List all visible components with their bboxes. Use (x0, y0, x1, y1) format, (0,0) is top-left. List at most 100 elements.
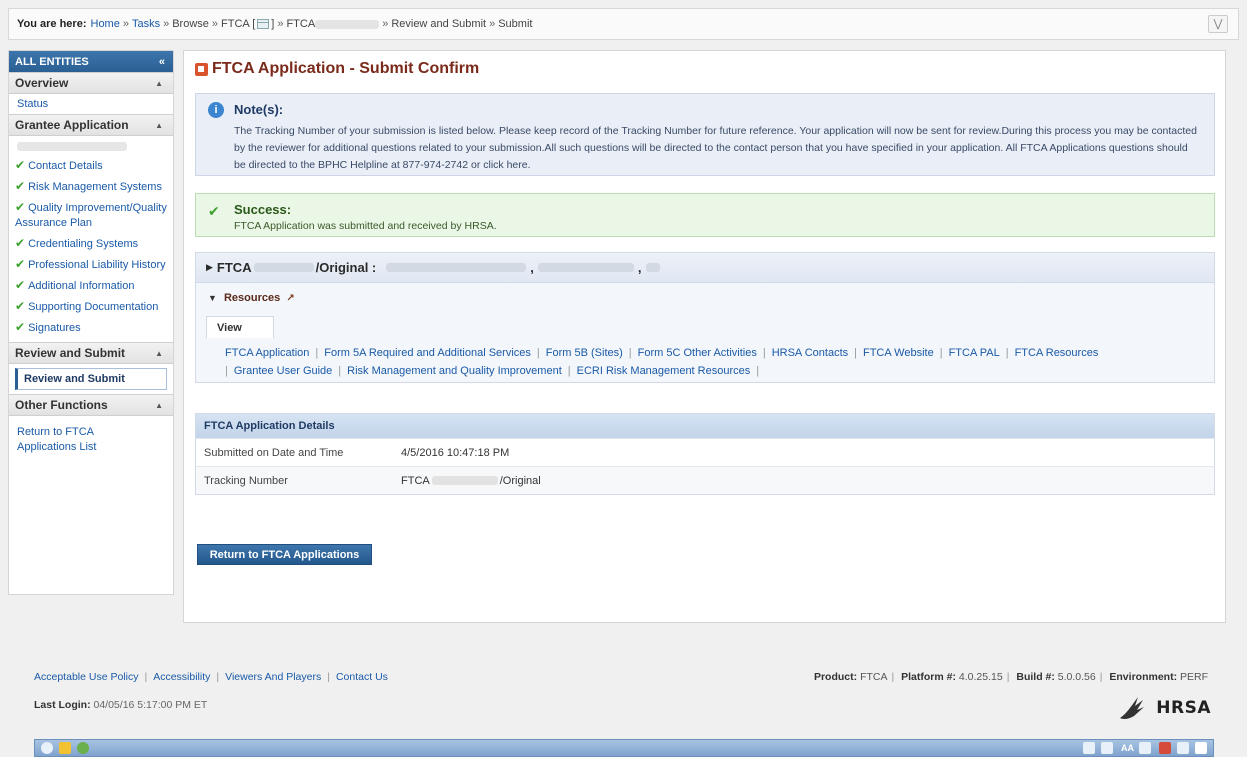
search-icon[interactable] (41, 742, 53, 754)
sidebar-item-label: Risk Management Systems (28, 181, 162, 193)
tab-view[interactable]: View (206, 316, 274, 338)
sidebar-item-supporting-documentation[interactable]: ✔ Supporting Documentation (9, 296, 173, 317)
resource-link[interactable]: FTCA PAL (949, 347, 1000, 359)
resource-link[interactable]: Risk Management and Quality Improvement (347, 365, 562, 377)
last-login-label: Last Login: (34, 699, 91, 711)
breadcrumb-separator: » (163, 18, 170, 30)
chevron-up-icon: ▲ (155, 120, 163, 130)
redacted-text (386, 263, 527, 272)
footer-link[interactable]: Acceptable Use Policy (34, 671, 138, 683)
resource-link[interactable]: FTCA Website (863, 347, 934, 359)
sidebar-item-risk-management-systems[interactable]: ✔ Risk Management Systems (9, 176, 173, 197)
redacted-text (315, 19, 380, 29)
details-value: FTCA/Original (401, 475, 541, 487)
checkmark-icon: ✔ (15, 236, 26, 250)
comma: , (530, 260, 534, 275)
hrsa-wordmark: HRSA (1156, 698, 1211, 718)
footer-link[interactable]: Accessibility (153, 671, 210, 683)
sidebar-item-label: Signatures (28, 322, 81, 334)
sidebar-item-professional-liability-history[interactable]: ✔ Professional Liability History (9, 254, 173, 275)
redacted-text (645, 263, 660, 272)
sidebar-item-label: Additional Information (28, 280, 135, 292)
sidebar-section-grantee-application[interactable]: Grantee Application ▲ (9, 114, 173, 136)
sidebar-item-signatures[interactable]: ✔ Signatures (9, 317, 173, 338)
collapse-header-button[interactable]: ⋁ (1208, 15, 1228, 33)
product-value: FTCA (860, 671, 888, 683)
application-prefix: FTCA (216, 260, 252, 275)
table-row: Submitted on Date and Time 4/5/2016 10:4… (196, 438, 1214, 466)
footer-link[interactable]: Viewers And Players (225, 671, 321, 683)
sidebar-item-additional-information[interactable]: ✔ Additional Information (9, 275, 173, 296)
product-info: Product: FTCA | Platform #: 4.0.25.15 | Bu… (813, 671, 1208, 683)
sidebar-item-credentialing-systems[interactable]: ✔ Credentialing Systems (9, 233, 173, 254)
sidebar-item-label: Quality Improvement/Quality Assurance Pl… (15, 202, 167, 229)
platform-label: Platform #: (901, 671, 956, 683)
print-icon[interactable] (1177, 742, 1189, 754)
text-size-icon[interactable]: AA (1121, 742, 1134, 754)
sidebar-item-status[interactable]: Status (9, 94, 173, 114)
resource-link[interactable]: FTCA Resources (1015, 347, 1099, 359)
resource-link[interactable]: Grantee User Guide (234, 365, 332, 377)
table-row: Tracking Number FTCA/Original (196, 466, 1214, 494)
resource-link[interactable]: HRSA Contacts (772, 347, 848, 359)
hrsa-logo: HRSA (1116, 694, 1211, 722)
redacted-text (431, 476, 498, 486)
sidebar-item-review-and-submit[interactable]: Review and Submit (15, 368, 167, 390)
resource-link[interactable]: FTCA Application (225, 347, 309, 359)
return-to-ftca-applications-button[interactable]: Return to FTCA Applications (197, 544, 372, 565)
redacted-text (537, 263, 634, 272)
checkmark-icon: ✔ (15, 179, 26, 193)
sidebar-section-overview[interactable]: Overview ▲ (9, 72, 173, 94)
resource-link[interactable]: Form 5C Other Activities (638, 347, 757, 359)
note-body: The Tracking Number of your submission i… (234, 125, 1197, 171)
breadcrumb-ftca-bracket: FTCA [ (221, 18, 256, 30)
checkmark-icon: ✔ (15, 200, 26, 214)
main-panel: FTCA Application - Submit Confirm i Note… (183, 50, 1226, 623)
resources-toggle[interactable]: ▼ Resources ↗ (208, 292, 295, 304)
success-panel: ✔ Success: FTCA Application was submitte… (195, 193, 1215, 237)
resources-panel: ▼ Resources ↗ View FTCA Application | Form… (195, 283, 1215, 383)
calendar-icon[interactable] (257, 19, 270, 29)
resource-link[interactable]: ECRI Risk Management Resources (577, 365, 751, 377)
application-icon (195, 62, 208, 76)
page-icon[interactable] (1083, 742, 1095, 754)
last-login: Last Login: 04/05/16 5:17:00 PM ET (34, 699, 207, 711)
resource-link[interactable]: Form 5B (Sites) (546, 347, 623, 359)
sidebar-section-other-functions[interactable]: Other Functions ▲ (9, 394, 173, 416)
info-icon: i (208, 102, 224, 118)
sidebar-item-label: Credentialing Systems (28, 238, 139, 250)
section-label: Review and Submit (15, 346, 126, 360)
resource-link[interactable]: Form 5A Required and Additional Services (324, 347, 531, 359)
platform-value: 4.0.25.15 (958, 671, 1003, 683)
breadcrumb-separator: » (489, 18, 496, 30)
last-login-value: 04/05/16 5:17:00 PM ET (93, 699, 208, 711)
sidebar-section-review-and-submit[interactable]: Review and Submit ▲ (9, 342, 173, 364)
sidebar-item-label: Contact Details (28, 160, 103, 172)
sidebar-item-return-to-ftca-list[interactable]: Return to FTCA Applications List (9, 416, 119, 459)
breadcrumb-ftca-bracket-close: ] (271, 18, 275, 30)
sidebar: ALL ENTITIES « Overview ▲ Status Grantee… (8, 50, 174, 595)
document-icon[interactable] (1139, 742, 1151, 754)
breadcrumb-separator: » (382, 18, 389, 30)
sidebar-item-contact-details[interactable]: ✔ Contact Details (9, 155, 173, 176)
page-icon[interactable] (1101, 742, 1113, 754)
sidebar-item-label: Professional Liability History (28, 259, 166, 271)
redacted-text (17, 142, 127, 151)
breadcrumb-tasks-link[interactable]: Tasks (132, 18, 160, 30)
tools-icon[interactable] (1159, 742, 1171, 754)
sidebar-collapse-icon[interactable]: « (159, 56, 165, 68)
breadcrumb-submit: Submit (498, 18, 533, 30)
sidebar-item-quality-improvement[interactable]: ✔ Quality Improvement/Quality Assurance P… (9, 197, 173, 233)
product-label: Product: (813, 671, 858, 683)
application-suffix: /Original : (315, 260, 377, 275)
chevron-up-icon: ▲ (155, 78, 163, 88)
history-icon[interactable] (77, 742, 89, 754)
application-summary-bar[interactable]: ▶ FTCA /Original : , , (195, 252, 1215, 283)
browser-toolbar: AA (34, 739, 1214, 757)
resources-label: Resources (223, 292, 281, 304)
favorite-icon[interactable] (1195, 742, 1207, 754)
star-icon[interactable] (59, 742, 71, 754)
footer-link[interactable]: Contact Us (336, 671, 388, 683)
breadcrumb-home-link[interactable]: Home (91, 18, 120, 30)
external-link-icon[interactable]: ↗ (286, 293, 294, 304)
